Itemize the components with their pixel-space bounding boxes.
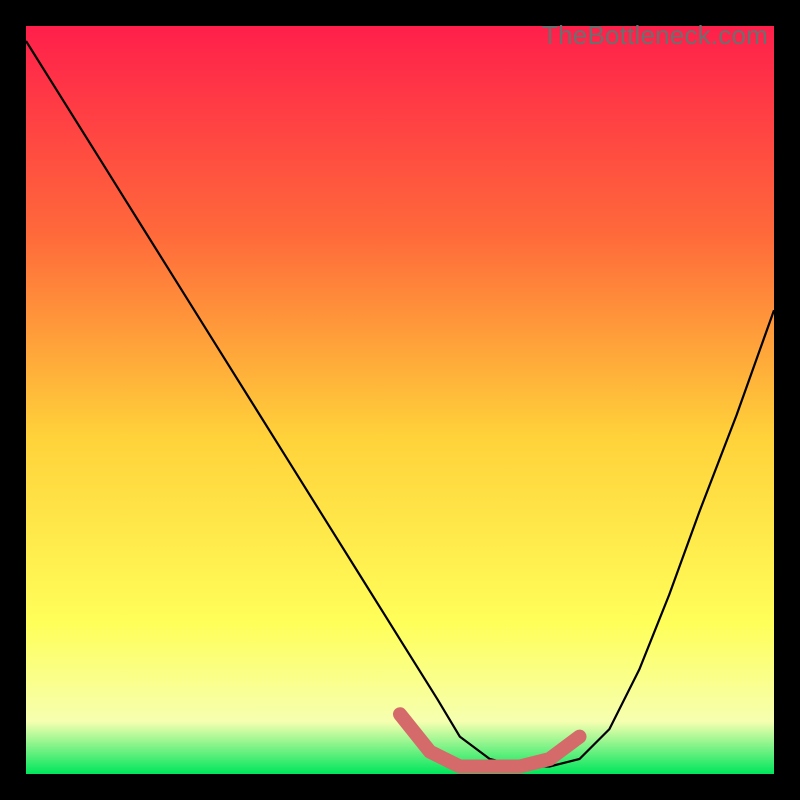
gradient-background: [26, 26, 774, 774]
watermark-text: TheBottleneck.com: [542, 20, 768, 51]
chart-svg: [26, 26, 774, 774]
plot-area: [26, 26, 774, 774]
chart-frame: TheBottleneck.com: [12, 12, 788, 788]
